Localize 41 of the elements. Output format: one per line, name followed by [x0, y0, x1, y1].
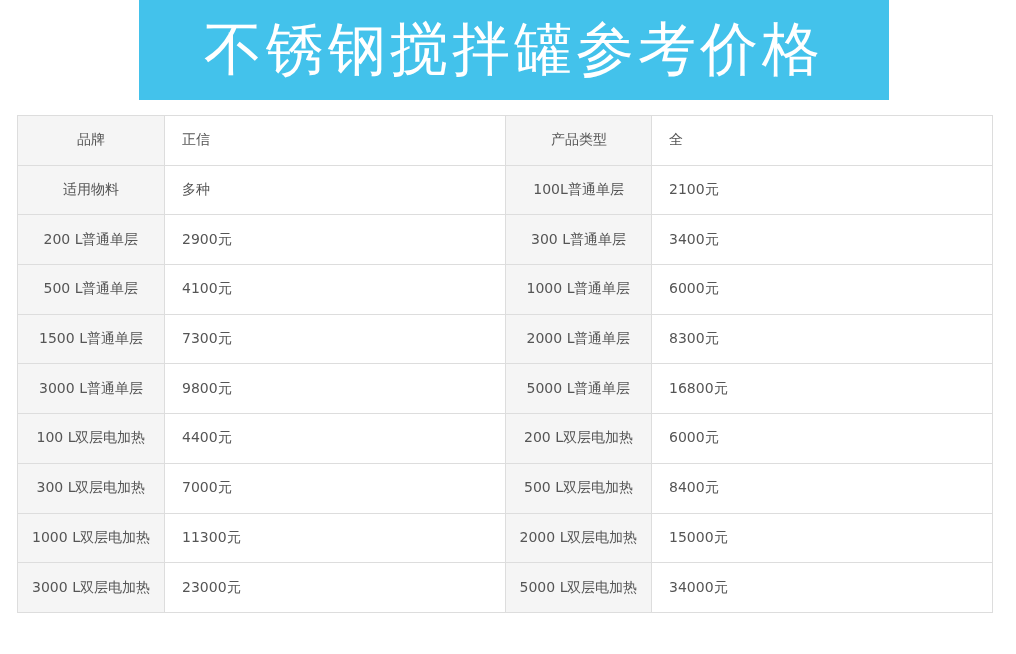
label-cell: 200 L双层电加热 [505, 413, 652, 464]
label-cell: 1000 L普通单层 [505, 264, 652, 315]
price-cell: 正信 [164, 115, 506, 166]
price-cell: 15000元 [651, 513, 993, 563]
price-cell: 7000元 [164, 463, 506, 513]
label-cell: 100 L双层电加热 [17, 413, 165, 464]
label-cell: 5000 L双层电加热 [505, 562, 652, 613]
price-cell: 6000元 [651, 264, 993, 315]
price-cell: 多种 [164, 165, 506, 215]
price-cell: 2100元 [651, 165, 993, 215]
price-cell: 3400元 [651, 214, 993, 265]
label-cell: 5000 L普通单层 [505, 363, 652, 414]
price-cell: 8400元 [651, 463, 993, 513]
price-cell: 16800元 [651, 363, 993, 414]
price-cell: 23000元 [164, 562, 506, 613]
price-cell: 6000元 [651, 413, 993, 464]
label-cell: 2000 L双层电加热 [505, 513, 652, 563]
label-cell: 3000 L普通单层 [17, 363, 165, 414]
price-cell: 34000元 [651, 562, 993, 613]
price-cell: 2900元 [164, 214, 506, 265]
label-cell: 500 L普通单层 [17, 264, 165, 315]
label-cell: 1500 L普通单层 [17, 314, 165, 364]
label-cell: 产品类型 [505, 115, 652, 166]
price-cell: 全 [651, 115, 993, 166]
label-cell: 300 L普通单层 [505, 214, 652, 265]
banner-title: 不锈钢搅拌罐参考价格 [204, 14, 824, 85]
label-cell: 300 L双层电加热 [17, 463, 165, 513]
label-cell: 1000 L双层电加热 [17, 513, 165, 563]
price-cell: 9800元 [164, 363, 506, 414]
price-cell: 8300元 [651, 314, 993, 364]
label-cell: 品牌 [17, 115, 165, 166]
label-cell: 适用物料 [17, 165, 165, 215]
label-cell: 100L普通单层 [505, 165, 652, 215]
price-cell: 7300元 [164, 314, 506, 364]
label-cell: 500 L双层电加热 [505, 463, 652, 513]
price-cell: 4100元 [164, 264, 506, 315]
label-cell: 2000 L普通单层 [505, 314, 652, 364]
price-cell: 4400元 [164, 413, 506, 464]
price-cell: 11300元 [164, 513, 506, 563]
label-cell: 200 L普通单层 [17, 214, 165, 265]
label-cell: 3000 L双层电加热 [17, 562, 165, 613]
